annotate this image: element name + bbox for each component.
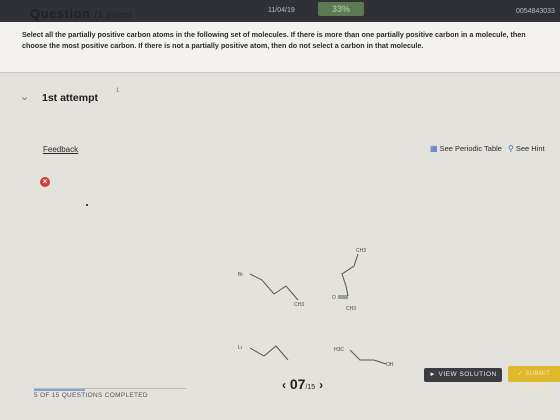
m2-o-label[interactable]: O xyxy=(332,295,336,301)
error-icon: × xyxy=(40,177,50,187)
view-solution-button[interactable]: ► VIEW SOLUTION xyxy=(424,368,502,382)
m1-br-label[interactable]: Br xyxy=(238,272,243,278)
periodic-table-icon: ▦ xyxy=(430,144,438,153)
molecule-3[interactable]: Li xyxy=(238,345,289,361)
attempt-superscript: 1 xyxy=(116,88,120,94)
feedback-link[interactable]: Feedback xyxy=(43,145,78,154)
m2-ch3-bottom-label[interactable]: CH3 xyxy=(346,306,356,312)
hint-link[interactable]: ⚲ See Hint xyxy=(508,144,545,153)
submit-check-icon: ✓ xyxy=(517,371,524,377)
prev-question-icon[interactable]: ‹ xyxy=(282,378,286,392)
completion-status: 5 OF 15 QUESTIONS COMPLETED xyxy=(34,388,186,402)
m2-bonds[interactable] xyxy=(341,253,359,297)
hint-bulb-icon: ⚲ xyxy=(508,144,514,153)
m4-oh-label[interactable]: OH xyxy=(386,362,394,368)
date-label: 11/04/19 xyxy=(268,7,295,14)
molecules-svg[interactable]: Br CH3 CH3 O CH3 Li H3C OH xyxy=(74,190,560,380)
m4-bonds[interactable] xyxy=(349,349,387,365)
molecule-canvas[interactable]: Br CH3 CH3 O CH3 Li H3C OH xyxy=(74,190,560,380)
user-id: 0054843033 xyxy=(516,8,555,15)
canvas-marker xyxy=(86,204,88,206)
m2-ch3-top-label[interactable]: CH3 xyxy=(356,248,366,254)
next-question-icon[interactable]: › xyxy=(319,378,323,392)
hint-label: See Hint xyxy=(515,144,545,153)
submit-answer-button[interactable]: ✓ SUBMIT ANSWER xyxy=(508,366,560,393)
page-current: 07 xyxy=(289,376,306,392)
instructions-text: Select all the partially positive carbon… xyxy=(22,30,526,50)
completion-bar xyxy=(34,389,85,391)
question-title: Question (1 point) xyxy=(30,6,132,21)
question-pager: ‹ 07/15 › xyxy=(282,376,323,392)
m3-li-label[interactable]: Li xyxy=(238,345,242,351)
submit-label: SUBMIT ANSWER xyxy=(519,371,551,393)
progress-badge: 33% xyxy=(318,2,364,16)
question-title-text: Question xyxy=(30,6,91,21)
molecule-2[interactable]: CH3 O CH3 xyxy=(332,248,366,312)
m3-bonds[interactable] xyxy=(249,345,289,361)
m4-h3c-label[interactable]: H3C xyxy=(334,347,344,353)
question-points: (1 point) xyxy=(94,10,132,20)
m1-ch3-label[interactable]: CH3 xyxy=(294,302,304,308)
periodic-table-label: See Periodic Table xyxy=(439,144,502,153)
molecule-1[interactable]: Br CH3 xyxy=(238,272,304,308)
attempt-header[interactable]: ⌄ 1st attempt 1 xyxy=(0,80,560,114)
completion-text: 5 OF 15 QUESTIONS COMPLETED xyxy=(34,392,148,399)
molecule-4[interactable]: H3C OH xyxy=(334,347,394,368)
view-solution-label: VIEW SOLUTION xyxy=(438,371,497,378)
m1-bonds[interactable] xyxy=(249,273,299,301)
page-total: /15 xyxy=(305,384,316,391)
attempt-title: 1st attempt xyxy=(42,92,99,104)
periodic-table-link[interactable]: ▦ See Periodic Table xyxy=(430,144,502,153)
view-solution-icon: ► xyxy=(429,371,437,378)
chevron-down-icon[interactable]: ⌄ xyxy=(20,90,29,103)
instructions-panel: Select all the partially positive carbon… xyxy=(0,22,560,73)
